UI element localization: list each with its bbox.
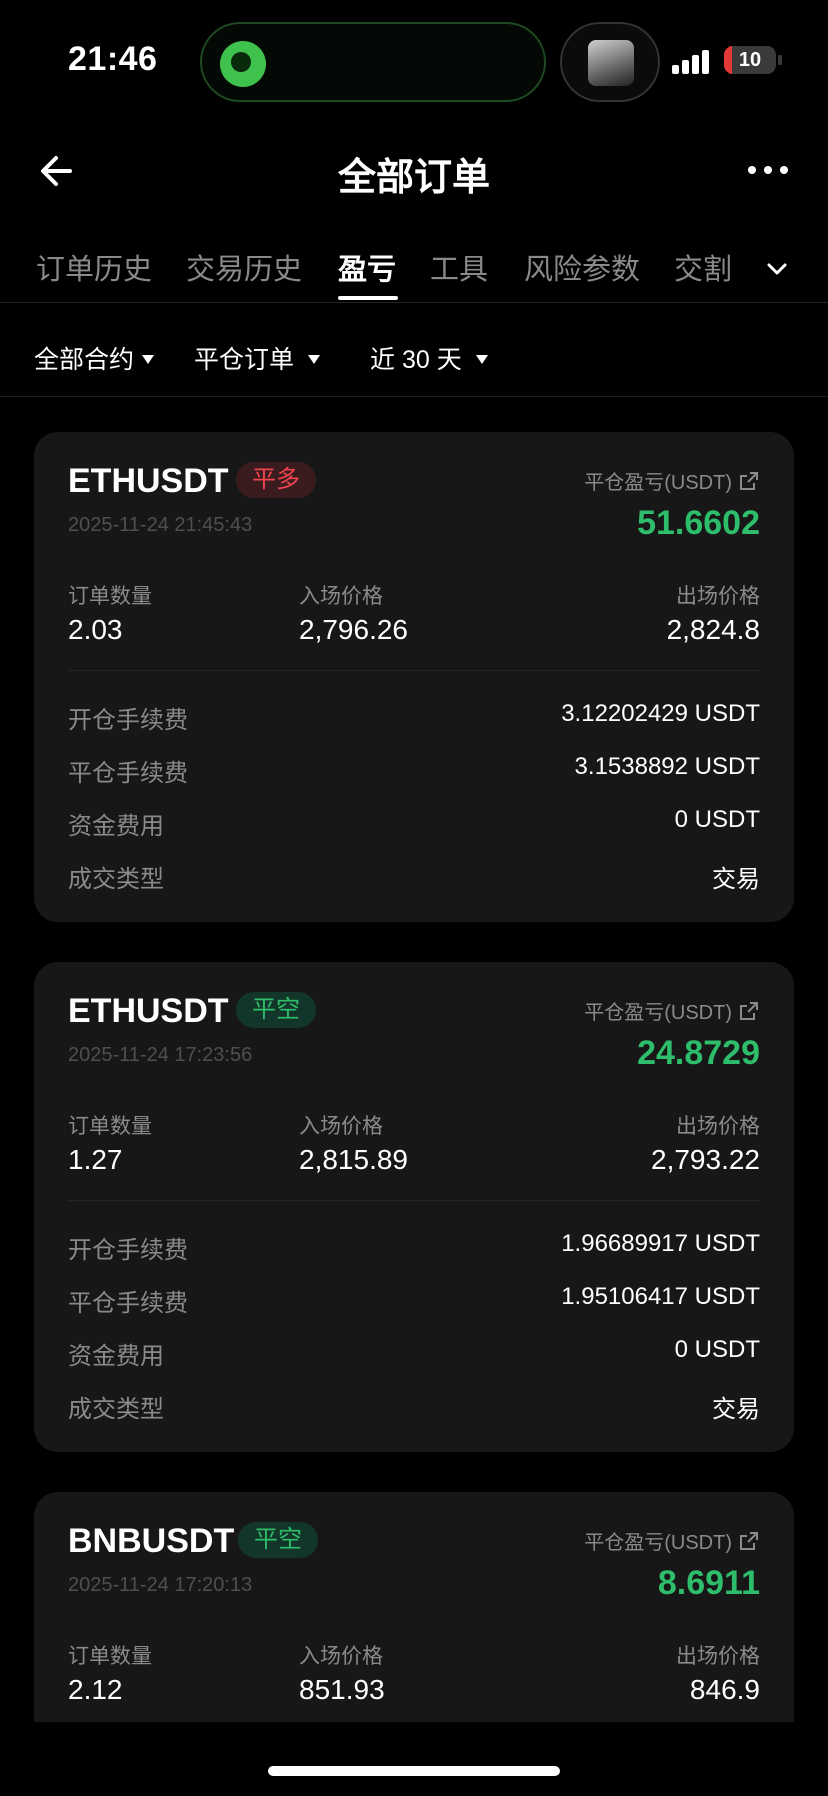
divider (68, 670, 760, 671)
pnl-value: 8.6911 (657, 1564, 760, 1602)
close-fee-label: 平仓手续费 (68, 1290, 188, 1317)
symbol: ETHUSDT (68, 462, 229, 500)
pnl-label[interactable]: 平仓盈亏(USDT) (584, 996, 760, 1025)
entry-value: 851.93 (299, 1674, 385, 1705)
tab-bar: 订单历史 交易历史 盈亏 工具 风险参数 交割 (0, 240, 828, 303)
chevron-down-icon[interactable] (762, 254, 792, 284)
pnl-label[interactable]: 平仓盈亏(USDT) (584, 466, 760, 495)
status-bar: 21:46 10 (0, 0, 828, 120)
open-fee-label: 开仓手续费 (68, 707, 188, 734)
close-fee-label: 平仓手续费 (68, 760, 188, 787)
trade-type-label: 成交类型 (68, 866, 164, 893)
entry-label: 入场价格 (299, 585, 383, 608)
order-type-filter-label: 平仓订单 (194, 346, 295, 374)
active-tab-indicator (338, 296, 398, 300)
funding-value: 0 USDT (674, 1336, 760, 1363)
tab-tools[interactable]: 工具 (430, 246, 488, 288)
tab-pnl[interactable]: 盈亏 (338, 246, 396, 288)
divider (68, 1200, 760, 1201)
qty-value: 2.03 (68, 614, 123, 645)
funding-label: 资金费用 (68, 813, 164, 840)
order-card[interactable]: BNBUSDT 平空 2025-11-24 17:20:13 平仓盈亏(USDT… (34, 1492, 794, 1722)
qty-label: 订单数量 (68, 585, 152, 608)
qty-value: 2.12 (68, 1674, 123, 1705)
trade-type-value: 交易 (712, 1396, 760, 1423)
pnl-value: 24.8729 (637, 1034, 760, 1072)
caret-down-icon (475, 354, 488, 364)
funding-label: 资金费用 (68, 1343, 164, 1370)
entry-label: 入场价格 (299, 1115, 383, 1138)
order-time: 2025-11-24 17:23:56 (68, 1044, 253, 1066)
trade-type-label: 成交类型 (68, 1396, 164, 1423)
tab-delivery[interactable]: 交割 (674, 246, 732, 288)
share-external-icon (740, 1532, 758, 1550)
order-time: 2025-11-24 21:45:43 (68, 514, 253, 536)
pnl-label[interactable]: 平仓盈亏(USDT) (584, 1526, 760, 1555)
page-title: 全部订单 (337, 157, 490, 199)
entry-value: 2,815.89 (299, 1144, 408, 1175)
period-filter-label: 近 30 天 (370, 346, 462, 374)
side-badge: 平空 (236, 992, 316, 1028)
status-time: 21:46 (68, 40, 158, 78)
battery-level: 10 (738, 49, 762, 71)
trade-type-value: 交易 (712, 866, 760, 893)
close-fee-value: 1.95106417 USDT (561, 1283, 760, 1310)
close-fee-value: 3.1538892 USDT (574, 753, 760, 780)
open-fee-value: 1.96689917 USDT (561, 1230, 760, 1257)
pnl-value: 51.6602 (637, 504, 760, 542)
entry-label: 入场价格 (299, 1645, 383, 1668)
exit-label: 出场价格 (676, 585, 760, 608)
media-activity[interactable] (560, 22, 660, 102)
order-card[interactable]: ETHUSDT 平多 2025-11-24 21:45:43 平仓盈亏(USDT… (34, 432, 794, 922)
nav-header: 全部订单 (0, 130, 828, 210)
side-badge: 平空 (238, 1522, 318, 1558)
app-activity-icon (220, 41, 266, 87)
dynamic-island[interactable] (200, 22, 546, 102)
contract-filter-label: 全部合约 (34, 346, 135, 374)
contract-filter[interactable]: 全部合约 (34, 340, 155, 376)
home-indicator[interactable] (268, 1766, 560, 1776)
signal-icon (672, 48, 712, 74)
period-filter[interactable]: 近 30 天 (370, 340, 488, 376)
caret-down-icon (142, 354, 155, 364)
share-external-icon (740, 1002, 758, 1020)
exit-label: 出场价格 (676, 1645, 760, 1668)
order-time: 2025-11-24 17:20:13 (68, 1574, 253, 1596)
more-options-icon[interactable] (744, 158, 792, 182)
side-badge: 平多 (236, 462, 316, 498)
order-type-filter[interactable]: 平仓订单 (194, 340, 321, 376)
open-fee-label: 开仓手续费 (68, 1237, 188, 1264)
exit-value: 2,793.22 (651, 1144, 760, 1175)
qty-label: 订单数量 (68, 1645, 152, 1668)
tab-order-history[interactable]: 订单历史 (36, 246, 152, 288)
entry-value: 2,796.26 (299, 614, 408, 645)
share-external-icon (740, 472, 758, 490)
media-thumbnail (588, 40, 634, 86)
filter-bar: 全部合约 平仓订单 近 30 天 (0, 330, 828, 397)
funding-value: 0 USDT (674, 806, 760, 833)
symbol: ETHUSDT (68, 992, 229, 1030)
exit-value: 2,824.8 (666, 614, 760, 645)
tab-risk-params[interactable]: 风险参数 (524, 246, 640, 288)
qty-value: 1.27 (68, 1144, 123, 1175)
qty-label: 订单数量 (68, 1115, 152, 1138)
exit-value: 846.9 (689, 1674, 760, 1705)
order-card[interactable]: ETHUSDT 平空 2025-11-24 17:23:56 平仓盈亏(USDT… (34, 962, 794, 1452)
open-fee-value: 3.12202429 USDT (561, 700, 760, 727)
exit-label: 出场价格 (676, 1115, 760, 1138)
tab-trade-history[interactable]: 交易历史 (186, 246, 302, 288)
symbol: BNBUSDT (68, 1522, 235, 1560)
battery-icon: 10 (724, 46, 776, 74)
caret-down-icon (308, 354, 321, 364)
